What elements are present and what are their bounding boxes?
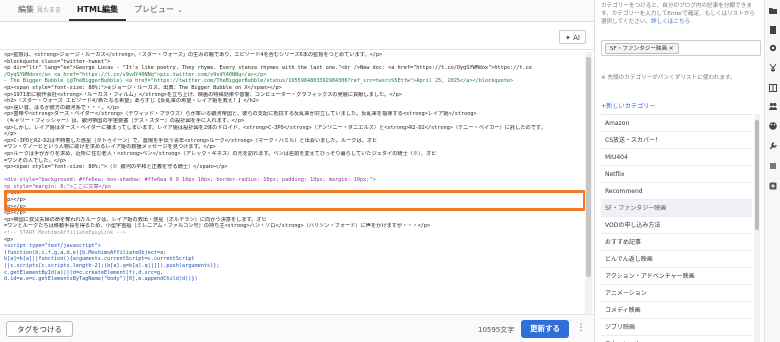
- group-icon[interactable]: [767, 100, 779, 112]
- category-item[interactable]: SF・ファンタジー映画: [601, 200, 752, 217]
- code-line: <p>: [4, 236, 14, 243]
- code-line: <!-- START MoshimoAffiliateEasyLink -->: [4, 230, 126, 237]
- code-line: <p>ルークは手がかりを求め、近所に住む老人・<strong>ベン</stron…: [4, 150, 437, 157]
- new-category-link[interactable]: +新しいカテゴリー: [601, 101, 656, 110]
- category-item[interactable]: CS放送・スカパー！: [601, 132, 752, 149]
- update-button[interactable]: 更新する: [521, 320, 569, 338]
- yen-icon[interactable]: [767, 62, 779, 74]
- category-item[interactable]: MIU404: [601, 149, 752, 166]
- category-item[interactable]: Amazon: [601, 115, 752, 132]
- code-line: <h2>「スター・ウォーズ エピソード4/新たなる希望」あらすじ【反乱軍の希望・…: [4, 98, 259, 105]
- editor-toolbar: ✦ AI: [0, 22, 594, 50]
- code-line: d.id=a,e=c.getElementsByTagName("body")[…: [4, 276, 198, 283]
- category-item[interactable]: Netflix: [601, 166, 752, 183]
- code-line: <p dir="ltr" lang="en">George Lucas - "I…: [4, 65, 532, 72]
- code-line: <p></p>: [4, 210, 26, 217]
- tab-preview[interactable]: プレビュー ⌄: [126, 0, 191, 21]
- code-line: <p style="margin: 0;">ここに文章</p>: [4, 183, 112, 190]
- category-item[interactable]: スカーレット: [601, 336, 752, 342]
- code-line: </div>: [4, 190, 23, 197]
- code-line: <p>帝国に叔父夫婦の命を奪われたルークは、レイア姫の救出・惑星［オルデラン］に…: [4, 216, 267, 223]
- category-item[interactable]: Recommend: [601, 183, 752, 200]
- palette-icon[interactable]: [767, 120, 779, 132]
- code-line: ||c.scripts[c.scripts.length-2];(b[a].q=…: [4, 263, 220, 269]
- square-icon[interactable]: [767, 160, 779, 172]
- category-item[interactable]: アクション・アドベンチャー映画: [601, 268, 752, 285]
- selected-category-chip[interactable]: SF・ファンタジー映画 ✕: [605, 43, 679, 54]
- code-line: <p>監督は、<strong>ジョージ・ルーカス</strong>。「スター・ウ…: [4, 52, 383, 58]
- code-line: =ワンその人でした。</p>: [4, 157, 67, 164]
- plus-icon[interactable]: [767, 180, 779, 192]
- tab-visual[interactable]: 編集 見たまま: [10, 0, 69, 21]
- editor-scrollbar[interactable]: [585, 52, 592, 314]
- category-scrollbar[interactable]: [754, 114, 760, 342]
- category-item[interactable]: どんでん返し映画: [601, 251, 752, 268]
- code-line: <div style="background: #ffe6ea; box-sha…: [4, 177, 376, 184]
- book-icon[interactable]: [767, 82, 779, 94]
- code-line: <p>C-3POとR2-D2は不時着した惑星［タトゥイーン］で、農場を手伝う青年…: [4, 137, 378, 144]
- category-help-link[interactable]: 詳しくはこちら: [651, 19, 690, 25]
- breadcrumb-note: ※ 先頭のカテゴリーがパンくずリストに使われます。: [601, 75, 736, 81]
- editor-scrollbar-thumb[interactable]: [586, 57, 591, 277]
- code-line: =ワンとルークたちは移動手段を得るため、小型宇宙船［ミレニアム・ファルコン号］の…: [4, 223, 431, 230]
- category-item[interactable]: コメディ映画: [601, 302, 752, 319]
- code-line: <p><span style="font-size: 80%;">（※ 銀河の平…: [4, 164, 228, 171]
- code-line: </p>: [4, 131, 17, 138]
- tab-visual-sub: 見たまま: [37, 7, 61, 14]
- category-panel: カテゴリーをつけると、自分のブログ内の記事を分類できます。カテゴリーを入力してE…: [594, 0, 764, 342]
- category-description: カテゴリーをつけると、自分のブログ内の記事を分類できます。カテゴリーを入力してE…: [601, 2, 759, 26]
- icon-rail: [764, 0, 780, 342]
- tab-html-label: HTML編集: [76, 5, 119, 14]
- code-line: <p>遠い昔、はるか彼方の銀河系で・・・。</p>: [4, 104, 120, 111]
- page-icon[interactable]: [767, 24, 779, 36]
- tab-preview-label: プレビュー: [134, 5, 175, 14]
- code-line: b[a]=b[a]||function(){arguments.currentS…: [4, 256, 195, 263]
- category-list: Amazon CS放送・スカパー！ MIU404 Netflix Recommend SF…: [601, 114, 752, 342]
- code-line: (function(b,c,f,g,a,d,e){b.MoshimoAffili…: [4, 249, 167, 256]
- category-scrollbar-thumb[interactable]: [755, 120, 759, 230]
- code-line: /OyqSYWMdox</a> <a href="https://t.co/v9…: [4, 71, 267, 78]
- category-item[interactable]: VODの申し込み方法: [601, 217, 752, 234]
- category-item[interactable]: アニメーション: [601, 285, 752, 302]
- folder-icon[interactable]: [767, 4, 779, 16]
- html-code-area[interactable]: <p>監督は、<strong>ジョージ・ルーカス</strong>。「スター・ウ…: [4, 52, 584, 307]
- add-tag-button[interactable]: タグをつける: [6, 321, 73, 337]
- category-item[interactable]: ジブリ映画: [601, 319, 752, 336]
- code-line: <p></p>: [4, 197, 26, 204]
- ai-button[interactable]: ✦ AI: [559, 30, 586, 44]
- editor-footer: タグをつける 10595文字 更新する ⋮: [0, 314, 594, 342]
- code-line: <p>皇帝や<strong>ダース・ベイダー</strong>（デヴィッド・プラ…: [4, 111, 477, 118]
- tab-visual-label: 編集: [18, 5, 34, 14]
- code-line: <p><span style="font-size: 80%;">※ジョージ・ル…: [4, 84, 282, 91]
- code-line: <p>1971年に製作会社<strong>「ルーカス・フィルム」</strong…: [4, 91, 402, 98]
- category-item[interactable]: おすすめ記事: [601, 234, 752, 251]
- code-line: c.getElementById(a)||(d=c.createElement(…: [4, 269, 164, 276]
- gear-icon[interactable]: [767, 42, 779, 54]
- editor-pane: 編集 見たまま HTML編集 プレビュー ⌄ ✦ AI <p>監督は、<strong…: [0, 0, 594, 342]
- chevron-down-icon: ⌄: [177, 6, 183, 14]
- selected-category-label: SF・ファンタジー映画: [610, 46, 668, 52]
- code-line: <p>しかし、レイア姫はダース・ベイダーに捕まってしまいます。レイア姫は設計図を…: [4, 124, 546, 131]
- code-line: （キャリー・フィッシャー）は、銀河帝国の宇宙要塞［デス・スター］の設計図を手に入…: [4, 117, 245, 124]
- tab-html[interactable]: HTML編集: [68, 0, 127, 21]
- char-count: 10595文字: [478, 326, 515, 334]
- wrench-icon[interactable]: [767, 140, 779, 152]
- code-line: <script type="text/javascript">: [4, 243, 101, 250]
- close-icon[interactable]: ✕: [669, 46, 674, 52]
- code-line: - The Bigger Bubble (@TheBiggerBubble) <…: [4, 78, 514, 85]
- code-line: <blockquote class="twitter-tweet">: [4, 58, 111, 65]
- category-input[interactable]: SF・ファンタジー映画 ✕: [601, 40, 761, 56]
- blog-editor: 編集 見たまま HTML編集 プレビュー ⌄ ✦ AI <p>監督は、<strong…: [0, 0, 780, 342]
- code-line: =ワン・ケノービという人物に助けを求めるレイア姫の救援メッセージを見つけます。<…: [4, 144, 216, 151]
- editor-tabs: 編集 見たまま HTML編集 プレビュー ⌄: [0, 0, 594, 22]
- code-line: <p></p>: [4, 203, 26, 210]
- more-options-button[interactable]: ⋮: [574, 320, 588, 338]
